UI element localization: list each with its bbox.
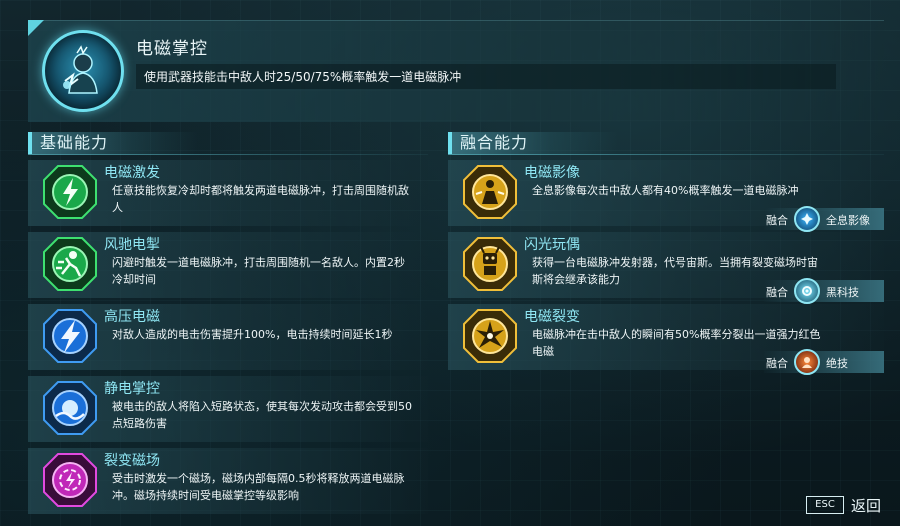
electro-mastery-icon <box>42 30 124 112</box>
ability-name: 闪光玩偶 <box>524 237 580 253</box>
basic-ability-1[interactable]: 电磁激发 任意技能恢复冷却时都将触发两道电磁脉冲，打击周围随机敌人 <box>28 160 428 226</box>
ability-name: 电磁影像 <box>524 165 580 181</box>
skill-description: 使用武器技能击中敌人时25/50/75%概率触发一道电磁脉冲 <box>136 64 836 89</box>
high-voltage-icon <box>42 308 98 364</box>
section-fusion-title: 融合能力 <box>448 132 618 154</box>
header-corner-accent <box>28 20 44 36</box>
basic-ability-3[interactable]: 高压电磁 对敌人造成的电击伤害提升100%，电击持续时间延长1秒 <box>28 304 428 370</box>
basic-ability-4[interactable]: 静电掌控 被电击的敌人将陷入短路状态，使其每次发动攻击都会受到50点短路伤害 <box>28 376 428 442</box>
fusion-target-name: 全息影像 <box>826 214 870 227</box>
ability-name: 高压电磁 <box>104 309 160 325</box>
ability-name: 风驰电掣 <box>104 237 160 253</box>
magnetic-field-icon <box>42 452 98 508</box>
ability-name: 电磁裂变 <box>524 309 580 325</box>
fusion-tag-tech[interactable]: 融合 黑科技 <box>764 278 884 304</box>
ability-name: 静电掌控 <box>104 381 160 397</box>
fission-burst-icon <box>462 308 518 364</box>
back-button[interactable]: 返回 <box>851 495 881 516</box>
fusion-tag-hologram[interactable]: 融合 全息影像 <box>764 206 884 232</box>
tech-gear-icon <box>794 278 820 304</box>
ability-description: 受击时激发一个磁场，磁场内部每隔0.5秒将释放两道电磁脉冲。磁场持续时间受电磁掌… <box>112 472 405 502</box>
fusion-tag-ultimate[interactable]: 融合 绝技 <box>764 349 884 375</box>
hologram-figure-icon <box>462 164 518 220</box>
ability-description: 任意技能恢复冷却时都将触发两道电磁脉冲，打击周围随机敌人 <box>112 184 409 214</box>
ability-description: 全息影像每次击中敌人都有40%概率触发一道电磁脉冲 <box>532 184 799 197</box>
lightning-bolt-icon <box>42 164 98 220</box>
fusion-label: 融合 <box>766 357 788 370</box>
fusion-target-name: 绝技 <box>826 357 848 370</box>
section-fusion-divider <box>448 154 884 155</box>
section-basic-title: 基础能力 <box>28 132 198 154</box>
hologram-icon <box>794 206 820 232</box>
esc-key-badge[interactable]: ESC <box>806 496 844 514</box>
robot-doll-icon <box>462 236 518 292</box>
ability-description: 对敌人造成的电击伤害提升100%，电击持续时间延长1秒 <box>112 328 393 341</box>
ability-name: 裂变磁场 <box>104 453 160 469</box>
ability-description: 被电击的敌人将陷入短路状态，使其每次发动攻击都会受到50点短路伤害 <box>112 400 412 430</box>
ability-description: 闪避时触发一道电磁脉冲，打击周围随机一名敌人。内置2秒冷却时间 <box>112 256 405 286</box>
basic-ability-2[interactable]: 风驰电掣 闪避时触发一道电磁脉冲，打击周围随机一名敌人。内置2秒冷却时间 <box>28 232 428 298</box>
fusion-label: 融合 <box>766 214 788 227</box>
fusion-target-name: 黑科技 <box>826 286 859 299</box>
ability-name: 电磁激发 <box>104 165 160 181</box>
dash-figure-icon <box>42 236 98 292</box>
section-basic-divider <box>28 154 428 155</box>
skill-title: 电磁掌控 <box>136 39 208 59</box>
static-orb-icon <box>42 380 98 436</box>
basic-ability-5[interactable]: 裂变磁场 受击时激发一个磁场，磁场内部每隔0.5秒将释放两道电磁脉冲。磁场持续时… <box>28 448 428 514</box>
ultimate-icon <box>794 349 820 375</box>
fusion-label: 融合 <box>766 286 788 299</box>
